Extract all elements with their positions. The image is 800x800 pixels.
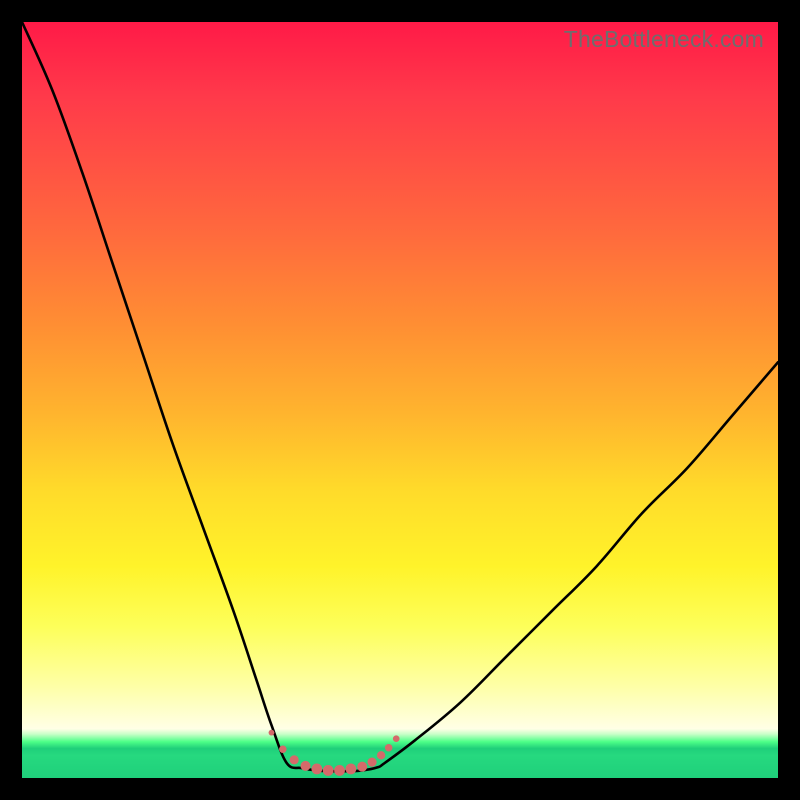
chart-frame: TheBottleneck.com bbox=[0, 0, 800, 800]
plot-area: TheBottleneck.com bbox=[22, 22, 778, 778]
valley-marker bbox=[377, 751, 385, 759]
valley-marker bbox=[269, 730, 275, 736]
valley-marker bbox=[311, 764, 322, 775]
valley-marker bbox=[334, 765, 345, 776]
bottleneck-curve bbox=[22, 22, 778, 778]
valley-marker bbox=[357, 762, 367, 772]
valley-marker bbox=[279, 746, 286, 753]
valley-marker bbox=[290, 755, 299, 764]
valley-marker bbox=[385, 744, 392, 751]
bottleneck-line bbox=[22, 22, 778, 771]
valley-marker bbox=[345, 764, 356, 775]
valley-marker bbox=[367, 758, 376, 767]
valley-marker bbox=[393, 735, 400, 742]
valley-marker bbox=[323, 765, 334, 776]
valley-marker bbox=[301, 761, 311, 771]
